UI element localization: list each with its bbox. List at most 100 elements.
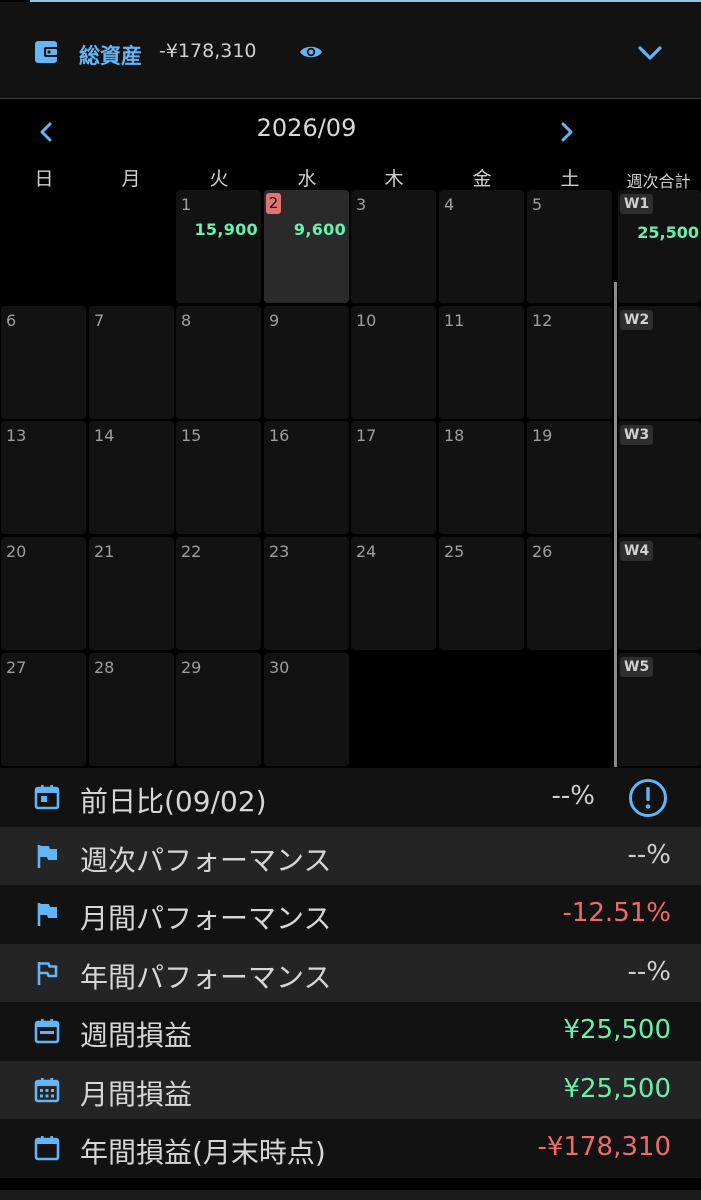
day-number: 23 (269, 542, 290, 561)
stat-value: --% (551, 781, 595, 811)
day-cell[interactable]: 4 (439, 190, 524, 303)
day-cell[interactable]: 29 (176, 653, 261, 766)
chevron-down-icon[interactable] (637, 42, 663, 64)
stat-value: --% (627, 839, 671, 870)
day-cell[interactable]: 28 (89, 653, 174, 766)
day-number: 24 (356, 542, 377, 561)
day-number: 30 (269, 658, 290, 677)
day-cell[interactable]: 30 (264, 653, 349, 766)
stat-label: 月間損益 (80, 1077, 193, 1111)
calendar-week-icon (34, 1019, 60, 1044)
eye-icon[interactable] (299, 42, 323, 62)
day-cell[interactable]: 27 (1, 653, 86, 766)
chevron-right-icon[interactable] (556, 120, 578, 144)
day-cell[interactable]: 17 (351, 421, 436, 534)
total-assets-header[interactable]: 総資産 -¥178,310 (0, 2, 701, 99)
day-number: 29 (181, 658, 202, 677)
day-number: 3 (356, 195, 367, 214)
day-amount: 15,900 (194, 220, 258, 239)
calendar-month-icon (34, 1077, 60, 1102)
day-cell[interactable]: 25 (439, 537, 524, 650)
stat-row-weekly-pnl: 週間損益 ¥25,500 (0, 1002, 701, 1061)
calendar-today-icon (34, 785, 60, 810)
stat-value: --% (627, 956, 671, 987)
day-cell[interactable]: 10 (351, 306, 436, 419)
day-number: 16 (269, 426, 290, 445)
day-number: 28 (94, 658, 115, 677)
day-number: 15 (181, 426, 202, 445)
day-cell[interactable]: 12 (527, 306, 612, 419)
day-number: 11 (444, 311, 465, 330)
day-number: 13 (6, 426, 27, 445)
flag-outline-icon (37, 961, 58, 985)
week-total-cell[interactable]: W5 (618, 653, 701, 766)
week-amount: 25,500 (637, 223, 699, 242)
week-total-cell[interactable]: W4 (618, 537, 701, 650)
day-number: 17 (356, 426, 377, 445)
day-cell[interactable]: 7 (89, 306, 174, 419)
day-cell[interactable]: 24 (351, 537, 436, 650)
day-number: 5 (532, 195, 543, 214)
day-cell[interactable]: 1 15,900 (176, 190, 261, 303)
stat-value: ¥25,500 (563, 1073, 671, 1104)
day-number: 20 (6, 542, 27, 561)
day-cell[interactable]: 14 (89, 421, 174, 534)
stat-row-weekly-performance: 週次パフォーマンス --% (0, 826, 701, 885)
day-cell[interactable]: 15 (176, 421, 261, 534)
day-cell[interactable]: 18 (439, 421, 524, 534)
week-total-cell[interactable]: W1 25,500 (618, 190, 701, 303)
day-number: 14 (94, 426, 115, 445)
day-number: 12 (532, 311, 553, 330)
day-amount: 9,600 (293, 220, 346, 239)
day-cell[interactable]: 6 (1, 306, 86, 419)
weekday-sat: 土 (560, 168, 580, 190)
day-number: 1 (181, 195, 192, 214)
weekday-mon: 月 (121, 168, 141, 190)
stat-label: 週間損益 (80, 1019, 193, 1052)
weekday-tue: 火 (209, 168, 229, 190)
week-badge: W1 (620, 194, 654, 214)
stat-value: ¥25,500 (563, 1015, 671, 1045)
stat-label: 月間パフォーマンス (80, 902, 332, 935)
day-cell[interactable]: 13 (1, 421, 86, 534)
day-number: 25 (444, 542, 465, 561)
calendar-blank-icon (34, 1136, 60, 1161)
info-icon[interactable] (628, 778, 668, 818)
day-cell[interactable]: 3 (351, 190, 436, 303)
stat-row-yearly-performance: 年間パフォーマンス --% (0, 943, 701, 1002)
stat-label: 週次パフォーマンス (80, 843, 332, 877)
day-cell[interactable]: 11 (439, 306, 524, 419)
stat-row-yearly-pnl: 年間損益(月末時点) -¥178,310 (0, 1119, 701, 1178)
week-total-cell[interactable]: W2 (618, 306, 701, 419)
stat-value: -12.51% (562, 898, 671, 928)
day-number: 19 (532, 426, 553, 445)
day-cell[interactable]: 23 (264, 537, 349, 650)
day-cell[interactable]: 22 (176, 537, 261, 650)
stat-label: 前日比(09/02) (80, 785, 267, 818)
weekday-thu: 木 (384, 168, 404, 190)
weekday-wed: 水 (297, 168, 317, 190)
day-cell[interactable]: 19 (527, 421, 612, 534)
stat-row-daily-change: 前日比(09/02) --% (0, 768, 701, 827)
week-badge: W4 (620, 541, 654, 561)
weekly-divider (614, 282, 617, 767)
flag-icon (37, 844, 57, 868)
day-cell[interactable]: 5 (527, 190, 612, 303)
week-badge: W5 (620, 657, 654, 677)
day-cell[interactable]: 21 (89, 537, 174, 650)
day-cell[interactable]: 8 (176, 306, 261, 419)
day-number: 4 (444, 195, 455, 214)
day-cell[interactable]: 16 (264, 421, 349, 534)
total-assets-label: 総資産 (79, 44, 142, 68)
today-badge: 2 (266, 193, 281, 214)
day-cell[interactable]: 9 (264, 306, 349, 419)
day-cell[interactable]: 20 (1, 537, 86, 650)
day-cell[interactable]: 26 (527, 537, 612, 650)
total-assets-value: -¥178,310 (159, 40, 257, 62)
stat-row-monthly-performance: 月間パフォーマンス -12.51% (0, 885, 701, 944)
weekday-sun: 日 (34, 168, 54, 190)
day-cell-today[interactable]: 2 9,600 (264, 190, 349, 303)
day-number: 27 (6, 658, 27, 677)
stat-value: -¥178,310 (537, 1132, 671, 1162)
week-total-cell[interactable]: W3 (618, 421, 701, 534)
